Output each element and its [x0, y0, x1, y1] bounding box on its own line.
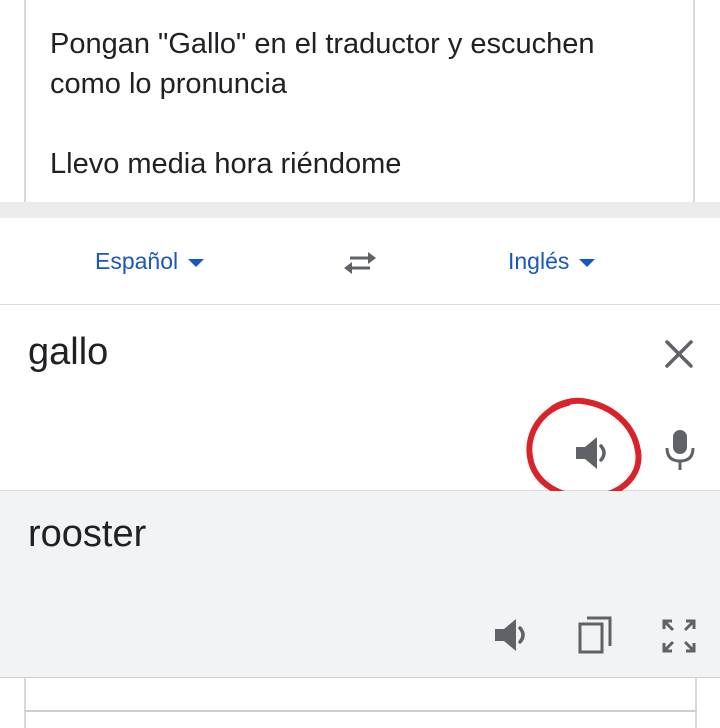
- post-line-3: Llevo media hora riéndome: [50, 148, 402, 180]
- close-icon[interactable]: [660, 335, 698, 373]
- fullscreen-icon[interactable]: [660, 617, 698, 655]
- bottom-card-edge: [24, 678, 697, 728]
- separator-band: [0, 202, 720, 218]
- mic-icon[interactable]: [664, 428, 696, 472]
- speaker-icon[interactable]: [573, 433, 619, 473]
- copy-icon[interactable]: [576, 614, 614, 656]
- language-bar: Español Inglés: [0, 218, 720, 305]
- chevron-down-icon: [188, 259, 205, 267]
- post-card: Pongan "Gallo" en el traductor y escuche…: [24, 0, 695, 202]
- post-line-1: Pongan "Gallo" en el traductor y escuche…: [50, 28, 595, 60]
- source-text-input[interactable]: gallo: [28, 331, 108, 374]
- source-language-selector[interactable]: Español: [95, 248, 205, 275]
- target-language-label: Inglés: [508, 248, 570, 274]
- target-language-selector[interactable]: Inglés: [508, 248, 596, 275]
- bottom-divider: [24, 710, 697, 712]
- post-text: Pongan "Gallo" en el traductor y escuche…: [50, 24, 670, 184]
- chevron-down-icon: [579, 259, 596, 267]
- speaker-icon[interactable]: [492, 615, 538, 655]
- swap-icon[interactable]: [340, 248, 380, 278]
- post-line-2: como lo pronuncia: [50, 68, 287, 100]
- source-language-label: Español: [95, 248, 179, 274]
- translation-output: rooster: [28, 513, 147, 555]
